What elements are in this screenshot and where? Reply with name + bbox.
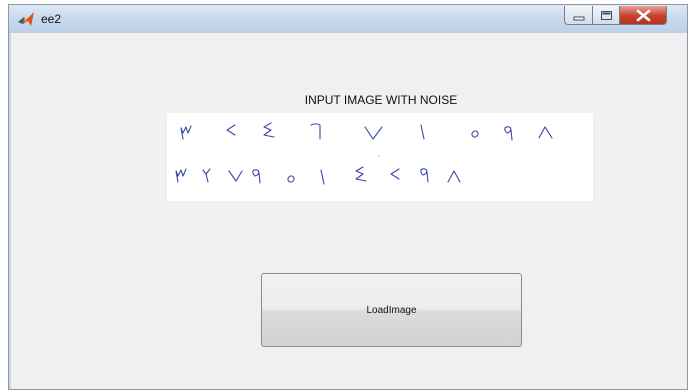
handwritten-digits-image [175,122,553,185]
figure-window: ee2 INPUT IMAGE WITH NOISE LoadImage [8,4,688,390]
digit-row1-2 [226,124,236,136]
image-title: INPUT IMAGE WITH NOISE [304,93,458,107]
maximize-icon [601,11,612,20]
digit-row2-6 [320,169,325,185]
digit-row2-10 [447,170,461,183]
noisy-image-panel [167,113,593,201]
noise-dot [497,159,499,161]
digit-row1-8 [504,126,513,141]
window-title: ee2 [41,12,62,26]
digit-row1-6 [420,124,425,140]
load-image-button[interactable]: LoadImage [261,273,522,347]
digit-row1-1 [180,125,192,140]
digit-row2-9 [420,168,429,183]
matlab-figure-icon [18,12,34,26]
digit-row1-3 [263,122,275,138]
digit-row2-4 [252,169,261,184]
digit-row2-5 [287,175,295,183]
minimize-button[interactable] [564,6,593,25]
digit-row2-8 [390,168,400,180]
close-icon [636,9,651,22]
digit-row2-3 [228,170,243,182]
digit-row2-2 [202,168,211,183]
maximize-button[interactable] [593,6,620,25]
minimize-icon [573,16,585,21]
figure-canvas: INPUT IMAGE WITH NOISE LoadImage [11,33,687,389]
close-button[interactable] [620,6,667,25]
noise-dot [378,155,380,157]
title-bar[interactable]: ee2 [9,5,687,33]
digit-row2-7 [355,166,367,182]
digit-row1-7 [471,130,479,138]
digit-row1-9 [538,126,553,139]
noise-dot [284,143,286,145]
digit-row2-1 [175,168,187,183]
digit-row1-5 [364,126,383,140]
digit-row1-4 [310,123,321,140]
